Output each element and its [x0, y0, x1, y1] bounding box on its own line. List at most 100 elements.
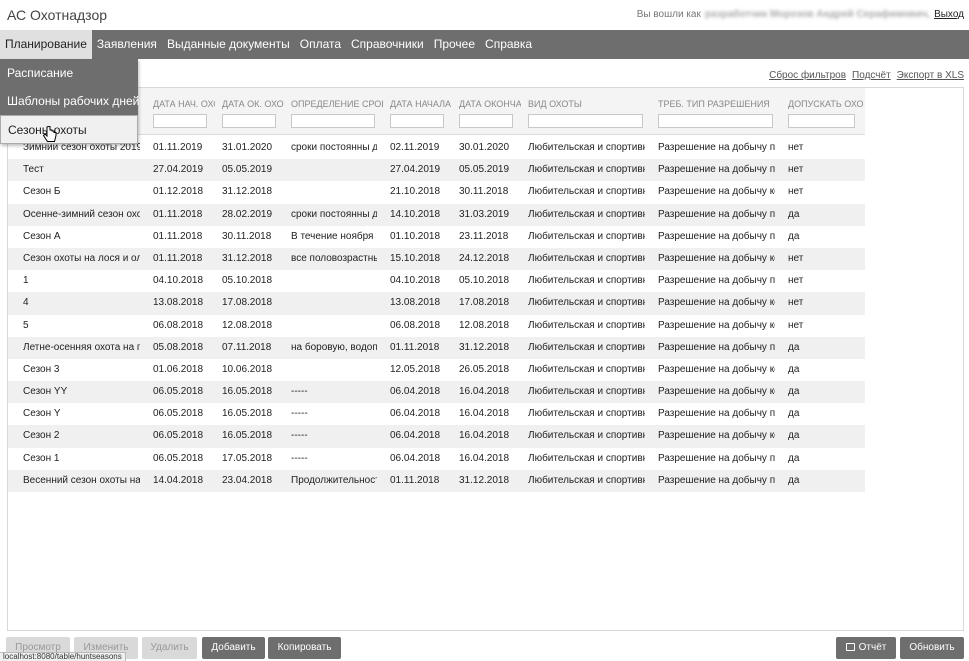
column-label: ОПРЕДЕЛЕНИЕ СРОКОВ: [291, 99, 383, 109]
table-row[interactable]: 4 13.08.2018 17.08.2018 13.08.2018 17.08.201…: [8, 292, 865, 315]
filter-input-permit-type[interactable]: [658, 114, 773, 128]
cell-hunt-type: Любительская и спортивная: [528, 230, 645, 242]
add-button[interactable]: Добавить: [202, 637, 265, 659]
copy-button[interactable]: Копировать: [268, 637, 341, 659]
logout-link[interactable]: Выход: [934, 9, 964, 20]
cell-hunt-type: Любительская и спортивная: [528, 297, 645, 309]
column-label: ВИД ОХОТЫ: [528, 99, 582, 109]
report-button[interactable]: Отчёт: [836, 637, 896, 659]
cell-name: Сезон YY: [23, 386, 68, 398]
planning-dropdown: Расписание Шаблоны рабочих дней Сезоны о…: [0, 59, 139, 144]
column-header-hunt-type[interactable]: ВИД ОХОТЫ: [528, 88, 651, 135]
filter-input-hunt-start[interactable]: [153, 114, 207, 128]
cell-terms: -----: [291, 386, 308, 398]
table-row[interactable]: Сезон 2 06.05.2018 16.05.2018 ----- 06.04.20…: [8, 425, 865, 448]
cell-end: 16.04.2018: [459, 430, 510, 442]
column-header-terms[interactable]: ОПРЕДЕЛЕНИЕ СРОКОВ: [291, 88, 383, 135]
cell-hunt-end: 12.08.2018: [222, 319, 273, 331]
delete-button[interactable]: Удалить: [142, 637, 197, 659]
cell-permit-type: Разрешение на добычу копытных: [658, 252, 775, 264]
menu-payment[interactable]: Оплата: [295, 30, 346, 59]
dropdown-item-workday-templates[interactable]: Шаблоны рабочих дней: [0, 87, 139, 115]
cell-hunt-start: 01.11.2018: [153, 208, 203, 220]
cell-end: 16.04.2018: [459, 452, 510, 464]
table-row[interactable]: Тест 27.04.2019 05.05.2019 27.04.2019 05.05.…: [8, 159, 865, 182]
cell-hunt-type: Любительская и спортивная: [528, 186, 645, 198]
cell-start: 01.11.2018: [390, 341, 440, 353]
column-label: ДАТА ОКОНЧАНИЯ: [459, 99, 521, 109]
filter-input-end[interactable]: [459, 114, 513, 128]
column-header-hunt-start[interactable]: ДАТА НАЧ. ОХОТЫ: [153, 88, 215, 135]
cell-terms: все половозрастные: [291, 252, 377, 264]
table-row[interactable]: 1 04.10.2018 05.10.2018 04.10.2018 05.10.201…: [8, 270, 865, 292]
cell-permit-type: Разрешение на добычу пушных: [658, 452, 775, 464]
cell-start: 27.04.2019: [390, 164, 441, 176]
menu-other[interactable]: Прочее: [429, 30, 480, 59]
cell-end: 30.01.2020: [459, 142, 510, 153]
column-label: ДАТА НАЧАЛА: [390, 99, 452, 109]
cell-hunt-end: 17.05.2018: [222, 452, 273, 464]
table-row[interactable]: Сезон 1 06.05.2018 17.05.2018 ----- 06.04.20…: [8, 448, 865, 470]
cell-name: Сезон 2: [23, 430, 60, 442]
table-row[interactable]: Сезон охоты на лося и оленя 01.11.2018 31.…: [8, 247, 865, 271]
menu-issued-documents[interactable]: Выданные документы: [162, 30, 295, 59]
dropdown-item-hunt-seasons[interactable]: Сезоны охоты: [0, 115, 138, 144]
reset-filters-link[interactable]: Сброс фильтров: [769, 70, 846, 81]
cell-hunt-start: 06.08.2018: [153, 319, 204, 331]
column-header-start[interactable]: ДАТА НАЧАЛА: [390, 88, 452, 135]
cell-hunt-start: 05.08.2018: [153, 341, 204, 353]
menu-planning[interactable]: Планирование: [0, 30, 92, 59]
cell-allow-hunters: нет: [788, 319, 804, 331]
cell-start: 04.10.2018: [390, 275, 441, 287]
table-row[interactable]: Сезон 3 01.06.2018 10.06.2018 12.05.2018 26.…: [8, 359, 865, 381]
cell-end: 16.04.2018: [459, 408, 510, 420]
table-row[interactable]: Весенний сезон охоты на птицу 14.04.2018 2…: [8, 469, 865, 492]
table-row[interactable]: Сезон Б 01.12.2018 31.12.2018 21.10.2018 30.…: [8, 181, 865, 203]
filter-input-start[interactable]: [390, 114, 444, 128]
cell-permit-type: Разрешение на добычу копытных: [658, 319, 775, 331]
table-row[interactable]: Летне-осенняя охота на птицу 05.08.2018 07…: [8, 336, 865, 359]
cell-permit-type: Разрешение на добычу копытных: [658, 430, 775, 442]
table-row[interactable]: 5 06.08.2018 12.08.2018 06.08.2018 12.08.201…: [8, 315, 865, 337]
column-label: ДАТА ОК. ОХОТЫ: [222, 99, 284, 109]
column-header-end[interactable]: ДАТА ОКОНЧАНИЯ: [459, 88, 521, 135]
refresh-button[interactable]: Обновить: [900, 637, 964, 659]
cell-start: 14.10.2018: [390, 208, 441, 220]
filter-input-hunt-end[interactable]: [222, 114, 276, 128]
cell-end: 05.05.2019: [459, 164, 510, 176]
cell-permit-type: Разрешение на добычу копытных: [658, 186, 775, 198]
table-row[interactable]: Сезон YY 06.05.2018 16.05.2018 ----- 06.04.2…: [8, 381, 865, 404]
cell-allow-hunters: да: [788, 341, 800, 353]
table-row[interactable]: Сезон Y 06.05.2018 16.05.2018 ----- 06.04.20…: [8, 403, 865, 425]
menu-applications[interactable]: Заявления: [92, 30, 162, 59]
count-link[interactable]: Подсчёт: [852, 70, 891, 81]
cell-end: 31.03.2019: [459, 208, 510, 220]
cell-hunt-type: Любительская и спортивная: [528, 164, 645, 176]
cell-name: Летне-осенняя охота на птицу: [23, 341, 140, 353]
dropdown-item-schedule[interactable]: Расписание: [0, 59, 138, 87]
cell-end: 26.05.2018: [459, 363, 510, 375]
cell-terms: [291, 181, 377, 203]
hand-cursor-icon: [43, 126, 57, 142]
filter-input-terms[interactable]: [291, 114, 375, 128]
cell-start: 06.04.2018: [390, 430, 441, 442]
table-row[interactable]: Осенне-зимний сезон охоты 01.11.2018 28.02…: [8, 203, 865, 226]
column-header-allow-hunters[interactable]: ДОПУСКАТЬ ОХОТНИКОВ: [788, 88, 863, 135]
column-header-hunt-end[interactable]: ДАТА ОК. ОХОТЫ: [222, 88, 284, 135]
cell-hunt-end: 31.01.2020: [222, 142, 273, 153]
menu-references[interactable]: Справочники: [346, 30, 429, 59]
cell-allow-hunters: да: [788, 408, 800, 420]
menu-help[interactable]: Справка: [480, 30, 537, 59]
cell-name: Сезон Б: [23, 186, 61, 198]
cell-hunt-type: Любительская и спортивная: [528, 474, 645, 486]
cell-terms: В течение ноября: [291, 230, 374, 242]
column-header-permit-type[interactable]: ТРЕБ. ТИП РАЗРЕШЕНИЯ: [658, 88, 781, 135]
filter-input-allow-hunters[interactable]: [788, 114, 855, 128]
table-row[interactable]: Сезон А 01.11.2018 30.11.2018 В течение ноя…: [8, 226, 865, 248]
cell-terms: [291, 315, 377, 337]
filter-input-hunt-type[interactable]: [528, 114, 643, 128]
cell-hunt-start: 14.04.2018: [153, 474, 204, 486]
column-label: ДАТА НАЧ. ОХОТЫ: [153, 99, 215, 109]
report-label: Отчёт: [858, 642, 887, 653]
export-xls-link[interactable]: Экспорт в XLS: [897, 70, 964, 81]
